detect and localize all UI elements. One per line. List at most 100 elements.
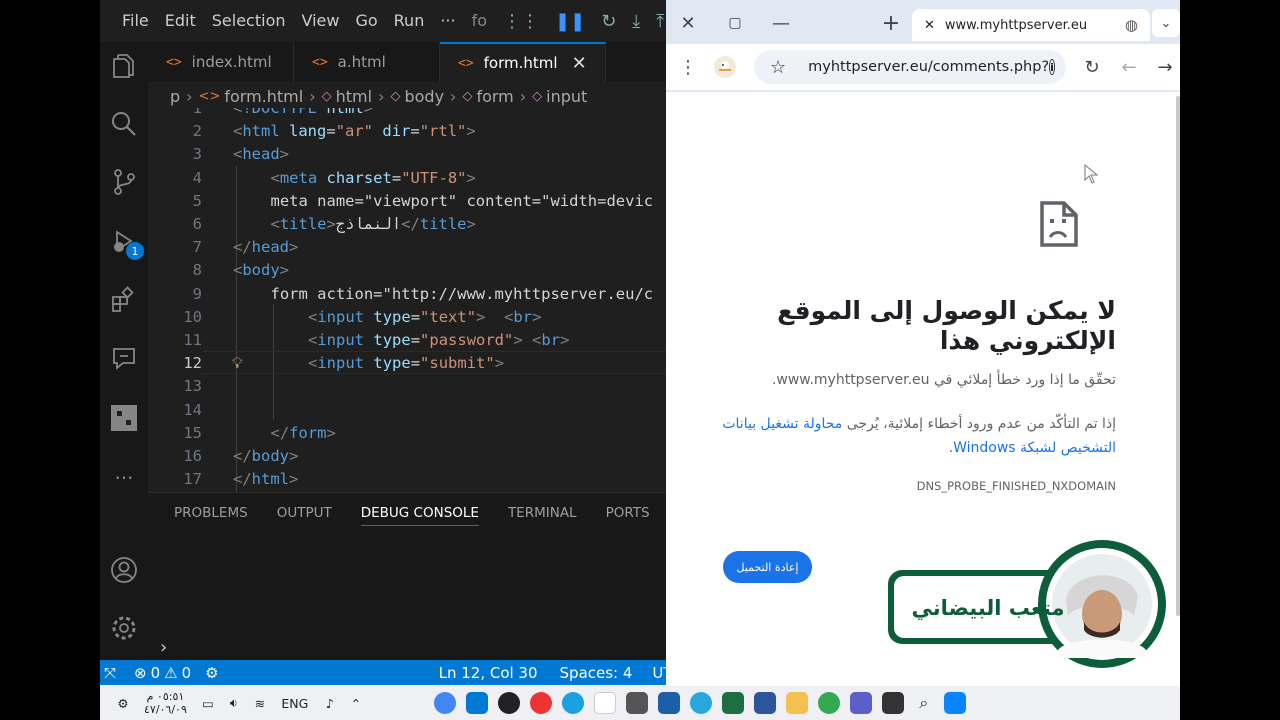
remote-explorer-icon[interactable] [106, 400, 142, 436]
breadcrumb-folder[interactable]: p [170, 87, 180, 106]
chrome-profile-app-icon[interactable] [817, 692, 840, 714]
tab-index-html[interactable]: <> index.html [148, 42, 294, 82]
back-arrow-icon[interactable]: ← [1115, 53, 1143, 81]
panel-tab-ports[interactable]: PORTS [606, 505, 650, 526]
code-line[interactable]: 17 </html> [148, 468, 666, 491]
code-line[interactable]: 15 </form> [148, 422, 666, 445]
browser-tab[interactable]: ✕ www.myhttpserver.eu ◍ [912, 9, 1150, 41]
panel-tab-problems[interactable]: PROBLEMS [174, 505, 248, 526]
tab-close-icon[interactable]: ✕ [924, 18, 935, 33]
settings-gear-icon[interactable] [106, 610, 142, 646]
maximize-icon[interactable]: ▢ [721, 9, 749, 37]
code-line[interactable]: 2 <html lang="ar" dir="rtl"> [148, 120, 666, 143]
reload-icon[interactable]: ↻ [1078, 53, 1106, 81]
code-line[interactable]: 6 <title>النماذج</title> [148, 213, 666, 236]
lightbulb-icon[interactable]: 💡︎ [232, 352, 243, 375]
panel-tab-debug-console[interactable]: DEBUG CONSOLE [360, 505, 479, 526]
breadcrumb-html[interactable]: html [336, 87, 372, 106]
notification-icon[interactable]: ⚙ [110, 686, 136, 720]
wifi-icon[interactable]: ≋ [247, 686, 273, 720]
minimize-icon[interactable]: — [767, 9, 795, 37]
scrollbar[interactable] [1176, 96, 1180, 616]
code-line[interactable]: 13 [148, 375, 666, 398]
search-icon[interactable]: ⌕ [909, 686, 939, 720]
menu-edit[interactable]: Edit [157, 0, 204, 42]
tray-chevron-icon[interactable]: ⌃ [343, 686, 369, 720]
edge-app-icon[interactable] [561, 692, 584, 714]
extensions-icon[interactable] [106, 282, 142, 318]
excel-app-icon[interactable] [721, 692, 744, 714]
reload-button[interactable]: إعادة التحميل [723, 551, 812, 583]
accounts-icon[interactable] [106, 552, 142, 588]
panel-tab-terminal[interactable]: TERMINAL [508, 505, 577, 526]
word-app-icon[interactable] [753, 692, 776, 714]
step-over-icon[interactable]: ⤓ [624, 11, 648, 32]
app-icon-red[interactable] [529, 692, 552, 714]
microphone-icon[interactable]: ♪ [317, 686, 343, 720]
start-menu-icon[interactable] [943, 692, 966, 714]
code-editor[interactable]: 1 <!DOCTYPE html> 2 <html lang="ar" dir="rt… [148, 108, 666, 492]
indentation[interactable]: Spaces: 4 [560, 664, 633, 682]
search-icon[interactable] [106, 106, 142, 142]
debug-status-icon[interactable]: ⚙ [205, 664, 218, 682]
bookmark-star-icon[interactable]: ☆ [770, 57, 786, 78]
code-line[interactable]: 9 form action="http://www.myhttpserver.eu… [148, 283, 666, 306]
close-icon[interactable]: ✕ [572, 53, 587, 74]
code-line[interactable]: 1 <!DOCTYPE html> [148, 108, 666, 120]
menu-selection[interactable]: Selection [204, 0, 294, 42]
run-debug-icon[interactable]: 1 [106, 224, 144, 260]
explorer-icon[interactable] [106, 48, 142, 84]
code-line[interactable]: 8 <body> [148, 259, 666, 282]
panel-tab-output[interactable]: OUTPUT [277, 505, 332, 526]
url-text[interactable]: myhttpserver.eu/comments.php? [808, 59, 1049, 75]
teams-app-icon[interactable] [849, 692, 872, 714]
code-line[interactable]: 11 <input type="password"> <br> [148, 329, 666, 352]
site-info-icon[interactable]: i [1049, 59, 1055, 75]
source-control-icon[interactable] [106, 164, 142, 200]
app-icon-gray[interactable] [625, 692, 648, 714]
language-indicator[interactable]: ENG [273, 686, 317, 720]
outlook-app-icon[interactable] [657, 692, 680, 714]
code-line[interactable]: 7 </head> [148, 236, 666, 259]
code-line[interactable]: 10 <input type="text"> <br> [148, 306, 666, 329]
command-center[interactable]: fo [464, 0, 495, 42]
breadcrumb-file[interactable]: form.html [224, 87, 303, 106]
code-line[interactable]: 12 <input type="submit"> 💡︎ [148, 352, 666, 375]
breadcrumb-form[interactable]: form [476, 87, 513, 106]
terminal-app-icon[interactable] [881, 692, 904, 714]
file-explorer-app-icon[interactable] [785, 692, 808, 714]
menu-go[interactable]: Go [347, 0, 385, 42]
profile-avatar[interactable] [711, 53, 739, 81]
address-bar[interactable]: ☆ myhttpserver.eu/comments.php? i [754, 50, 1066, 84]
breadcrumb-input[interactable]: input [546, 87, 587, 106]
chat-icon[interactable] [106, 340, 142, 376]
remote-icon[interactable]: ⤧ [104, 664, 116, 682]
new-tab-icon[interactable]: + [877, 9, 905, 37]
menu-file[interactable]: File [114, 0, 157, 42]
pause-icon[interactable]: ❚❚ [547, 11, 593, 32]
tab-search-icon[interactable]: ⌄ [1152, 9, 1180, 37]
console-prompt-icon[interactable]: › [160, 637, 167, 658]
breadcrumb-body[interactable]: body [404, 87, 444, 106]
tab-a-html[interactable]: <> a.html [294, 42, 440, 82]
menu-view[interactable]: View [294, 0, 348, 42]
code-line[interactable]: 4 <meta charset="UTF-8"> [148, 167, 666, 190]
obs-app-icon[interactable] [497, 692, 520, 714]
menu-run[interactable]: Run [386, 0, 433, 42]
restart-icon[interactable]: ↻ [593, 11, 624, 32]
vscode-app-icon[interactable] [465, 692, 488, 714]
volume-icon[interactable]: 🔉︎ [221, 686, 247, 720]
menu-more[interactable]: ··· [432, 0, 463, 42]
problems-indicator[interactable]: ⊗ 0 ⚠ 0 [134, 664, 191, 682]
drag-handle-icon[interactable]: ⋮⋮ [495, 11, 547, 32]
code-line[interactable]: 14 [148, 399, 666, 422]
code-line[interactable]: 16 </body> [148, 445, 666, 468]
chatgpt-app-icon[interactable] [593, 692, 616, 714]
code-line[interactable]: 5 meta name="viewport" content="width=dev… [148, 190, 666, 213]
browser-menu-icon[interactable]: ⋮ [674, 53, 702, 81]
telegram-app-icon[interactable] [689, 692, 712, 714]
battery-icon[interactable]: ▭ [195, 686, 221, 720]
cursor-position[interactable]: Ln 12, Col 30 [439, 664, 538, 682]
more-views-icon[interactable]: ··· [106, 460, 142, 496]
forward-arrow-icon[interactable]: → [1151, 53, 1179, 81]
